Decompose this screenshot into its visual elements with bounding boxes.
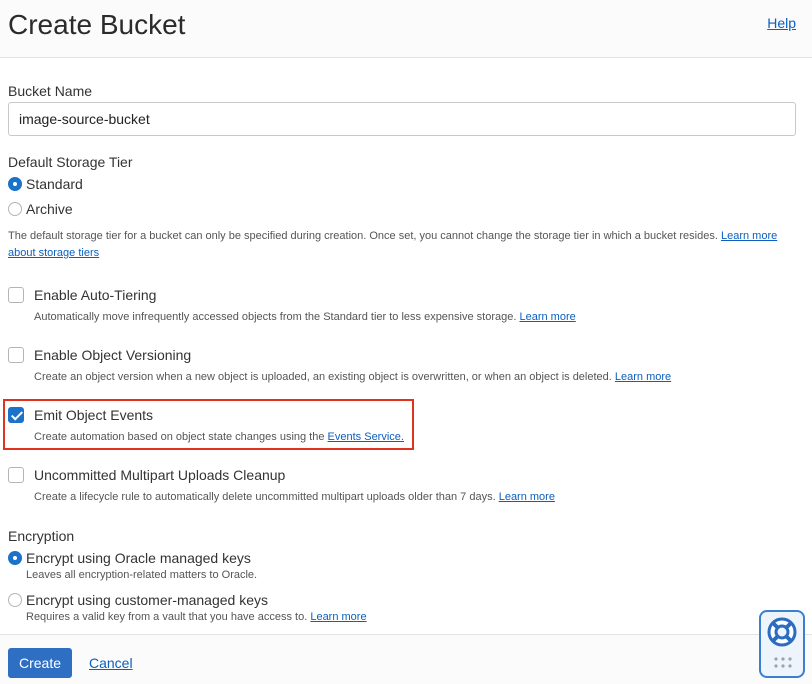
create-button[interactable]: Create xyxy=(8,648,72,678)
radio-archive-label: Archive xyxy=(26,201,73,217)
bucket-name-input[interactable] xyxy=(8,102,796,136)
object-versioning-learn-more-link[interactable]: Learn more xyxy=(615,371,671,383)
auto-tiering-learn-more-link[interactable]: Learn more xyxy=(519,311,575,323)
encryption-label: Encryption xyxy=(8,528,75,544)
storage-tier-help-text: The default storage tier for a bucket ca… xyxy=(8,230,718,242)
radio-oracle-managed-label: Encrypt using Oracle managed keys xyxy=(26,550,251,566)
multipart-cleanup-description: Create a lifecycle rule to automatically… xyxy=(34,491,555,503)
page-title: Create Bucket xyxy=(8,9,186,40)
storage-tier-label: Default Storage Tier xyxy=(8,154,133,170)
emit-object-events-checkbox[interactable] xyxy=(8,407,24,423)
radio-standard-button[interactable] xyxy=(8,177,22,191)
radio-oracle-managed-button[interactable] xyxy=(8,551,22,565)
auto-tiering-description: Automatically move infrequently accessed… xyxy=(34,311,576,323)
radio-standard-label: Standard xyxy=(26,176,83,192)
oracle-managed-description: Leaves all encryption-related matters to… xyxy=(26,569,258,581)
multipart-cleanup-label: Uncommitted Multipart Uploads Cleanup xyxy=(34,467,286,483)
multipart-cleanup-learn-more-link[interactable]: Learn more xyxy=(499,491,555,503)
bucket-name-label: Bucket Name xyxy=(8,83,93,99)
object-versioning-checkbox[interactable] xyxy=(8,347,24,363)
radio-customer-managed[interactable]: Encrypt using customer-managed keys xyxy=(8,592,268,608)
storage-tier-help: The default storage tier for a bucket ca… xyxy=(8,228,798,262)
cancel-link[interactable]: Cancel xyxy=(89,655,133,671)
emit-object-events-option[interactable]: Emit Object Events xyxy=(8,407,153,423)
radio-archive-button[interactable] xyxy=(8,202,22,216)
customer-managed-learn-more-link[interactable]: Learn more xyxy=(310,611,366,623)
object-versioning-description: Create an object version when a new obje… xyxy=(34,371,672,383)
emit-object-events-description: Create automation based on object state … xyxy=(34,431,404,443)
emit-object-events-label: Emit Object Events xyxy=(34,407,154,423)
auto-tiering-option[interactable]: Enable Auto-Tiering xyxy=(8,287,156,303)
radio-archive[interactable]: Archive xyxy=(8,201,73,217)
multipart-cleanup-checkbox[interactable] xyxy=(8,467,24,483)
radio-standard[interactable]: Standard xyxy=(8,176,83,192)
page-header: Create Bucket Help xyxy=(0,0,812,58)
object-versioning-label: Enable Object Versioning xyxy=(34,347,192,363)
events-service-link[interactable]: Events Service. xyxy=(328,431,404,443)
support-widget[interactable] xyxy=(759,610,805,678)
multipart-cleanup-option[interactable]: Uncommitted Multipart Uploads Cleanup xyxy=(8,467,285,483)
object-versioning-option[interactable]: Enable Object Versioning xyxy=(8,347,191,363)
radio-customer-managed-label: Encrypt using customer-managed keys xyxy=(26,592,268,608)
form-footer: Create Cancel xyxy=(0,634,812,684)
help-link[interactable]: Help xyxy=(767,15,796,31)
auto-tiering-label: Enable Auto-Tiering xyxy=(34,287,157,303)
grip-dots-icon[interactable] xyxy=(773,656,793,670)
customer-managed-description: Requires a valid key from a vault that y… xyxy=(26,611,367,623)
create-bucket-form: Bucket Name Default Storage Tier Standar… xyxy=(0,58,812,634)
lifebuoy-icon[interactable] xyxy=(766,616,798,648)
radio-customer-managed-button[interactable] xyxy=(8,593,22,607)
radio-oracle-managed[interactable]: Encrypt using Oracle managed keys xyxy=(8,550,251,566)
auto-tiering-checkbox[interactable] xyxy=(8,287,24,303)
